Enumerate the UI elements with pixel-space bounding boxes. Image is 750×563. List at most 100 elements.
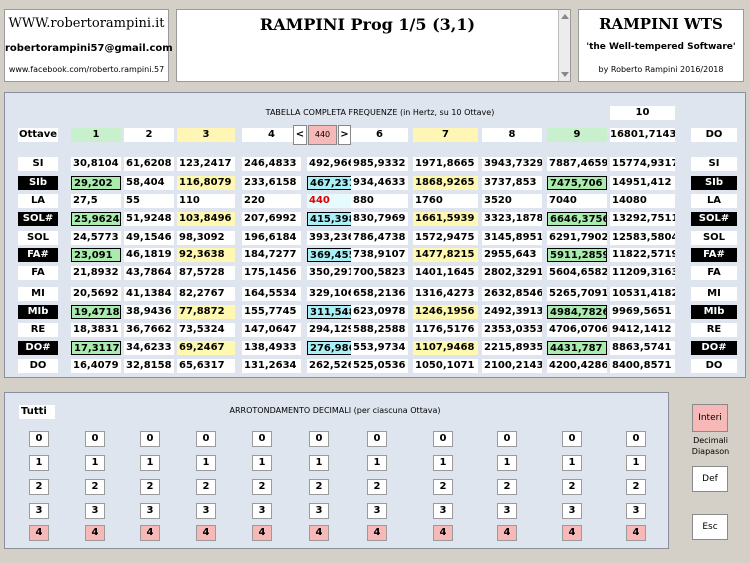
rounding-option-4-2[interactable]: 2 xyxy=(196,479,216,495)
rounding-option-7-1[interactable]: 1 xyxy=(367,455,387,471)
rounding-option-2-1[interactable]: 1 xyxy=(85,455,105,471)
frequency-cell: 5911,2859 xyxy=(547,248,607,262)
rounding-option-2-3[interactable]: 3 xyxy=(85,503,105,519)
rounding-option-1-4[interactable]: 4 xyxy=(29,525,49,541)
rounding-option-11-0[interactable]: 0 xyxy=(626,431,646,447)
rounding-option-8-1[interactable]: 1 xyxy=(433,455,453,471)
frequency-cell: 19,4718 xyxy=(71,305,121,319)
rounding-option-3-0[interactable]: 0 xyxy=(140,431,160,447)
frequency-cell: 2492,3913 xyxy=(482,305,542,319)
rounding-option-9-2[interactable]: 2 xyxy=(497,479,517,495)
rounding-option-6-2[interactable]: 2 xyxy=(309,479,329,495)
frequency-cell: 87,5728 xyxy=(177,266,235,280)
rounding-option-5-1[interactable]: 1 xyxy=(252,455,272,471)
frequency-cell: 1401,1645 xyxy=(413,266,478,280)
frequency-cell: 20,5692 xyxy=(71,287,121,301)
rounding-option-4-4[interactable]: 4 xyxy=(196,525,216,541)
scrollbar[interactable] xyxy=(558,10,570,81)
scroll-down-arrow-icon[interactable] xyxy=(561,72,569,77)
rounding-option-10-3[interactable]: 3 xyxy=(562,503,582,519)
credit: by Roberto Rampini 2016/2018 xyxy=(598,65,724,74)
rounding-option-8-2[interactable]: 2 xyxy=(433,479,453,495)
escape-button[interactable]: Esc xyxy=(692,514,728,540)
frequency-cell: 10531,4182 xyxy=(610,287,675,301)
frequency-cell: 41,1384 xyxy=(124,287,174,301)
rounding-option-3-1[interactable]: 1 xyxy=(140,455,160,471)
rounding-option-11-1[interactable]: 1 xyxy=(626,455,646,471)
rounding-option-11-3[interactable]: 3 xyxy=(626,503,646,519)
frequency-cell: 9412,1412 xyxy=(610,323,675,337)
rounding-option-2-2[interactable]: 2 xyxy=(85,479,105,495)
rounding-option-2-4[interactable]: 4 xyxy=(85,525,105,541)
rounding-option-4-3[interactable]: 3 xyxy=(196,503,216,519)
default-button[interactable]: Def xyxy=(692,466,728,492)
note-label-left: SI xyxy=(18,157,58,171)
rounding-option-5-0[interactable]: 0 xyxy=(252,431,272,447)
octave-header-2: 2 xyxy=(124,128,174,142)
octave-header-9: 9 xyxy=(547,128,607,142)
frequency-cell: 934,4633 xyxy=(351,176,408,190)
frequency-cell: 786,4738 xyxy=(351,231,408,245)
frequency-cell: 246,4833 xyxy=(242,157,301,171)
rounding-option-8-3[interactable]: 3 xyxy=(433,503,453,519)
note-label-right: SOL xyxy=(691,231,737,245)
frequency-cell: 2632,8546 xyxy=(482,287,542,301)
rounding-option-4-0[interactable]: 0 xyxy=(196,431,216,447)
octave-next-button[interactable]: > xyxy=(338,125,351,145)
octave-header-1: 1 xyxy=(71,128,121,142)
rounding-option-1-0[interactable]: 0 xyxy=(29,431,49,447)
rounding-option-1-2[interactable]: 2 xyxy=(29,479,49,495)
frequency-cell: 220 xyxy=(242,194,301,208)
rounding-option-8-0[interactable]: 0 xyxy=(433,431,453,447)
diapason-field[interactable]: 440 xyxy=(308,125,337,145)
integers-button[interactable]: Interi xyxy=(692,404,728,432)
rounding-option-5-2[interactable]: 2 xyxy=(252,479,272,495)
rounding-option-1-3[interactable]: 3 xyxy=(29,503,49,519)
rounding-option-5-4[interactable]: 4 xyxy=(252,525,272,541)
note-label-left: RE xyxy=(18,323,58,337)
all-label[interactable]: Tutti xyxy=(19,405,55,419)
frequency-cell: 4984,7826 xyxy=(547,305,607,319)
frequency-cell: 13292,7511 xyxy=(610,212,675,226)
rounding-option-3-2[interactable]: 2 xyxy=(140,479,160,495)
frequency-table-title: TABELLA COMPLETA FREQUENZE (in Hertz, su… xyxy=(265,108,495,117)
rounding-option-7-3[interactable]: 3 xyxy=(367,503,387,519)
rounding-option-9-0[interactable]: 0 xyxy=(497,431,517,447)
rounding-option-4-1[interactable]: 1 xyxy=(196,455,216,471)
rounding-option-2-0[interactable]: 0 xyxy=(85,431,105,447)
frequency-cell: 7040 xyxy=(547,194,607,208)
frequency-cell: 9969,5651 xyxy=(610,305,675,319)
note-label-left: DO xyxy=(18,359,58,373)
scroll-up-arrow-icon[interactable] xyxy=(561,14,569,19)
frequency-cell: 1572,9475 xyxy=(413,231,478,245)
rounding-option-10-0[interactable]: 0 xyxy=(562,431,582,447)
rounding-option-9-3[interactable]: 3 xyxy=(497,503,517,519)
rounding-option-5-3[interactable]: 3 xyxy=(252,503,272,519)
rounding-option-7-2[interactable]: 2 xyxy=(367,479,387,495)
rounding-option-9-1[interactable]: 1 xyxy=(497,455,517,471)
octave-count-field[interactable]: 10 xyxy=(610,106,675,120)
rounding-option-10-4[interactable]: 4 xyxy=(562,525,582,541)
frequency-cell: 98,3092 xyxy=(177,231,235,245)
rounding-option-7-0[interactable]: 0 xyxy=(367,431,387,447)
brand-name: RAMPINI WTS xyxy=(599,15,723,33)
rounding-option-6-4[interactable]: 4 xyxy=(309,525,329,541)
rounding-option-1-1[interactable]: 1 xyxy=(29,455,49,471)
rounding-option-3-4[interactable]: 4 xyxy=(140,525,160,541)
rounding-option-3-3[interactable]: 3 xyxy=(140,503,160,519)
rounding-option-10-1[interactable]: 1 xyxy=(562,455,582,471)
rounding-option-10-2[interactable]: 2 xyxy=(562,479,582,495)
rounding-option-6-3[interactable]: 3 xyxy=(309,503,329,519)
rounding-option-11-2[interactable]: 2 xyxy=(626,479,646,495)
frequency-cell: 184,7277 xyxy=(242,248,301,262)
rounding-option-7-4[interactable]: 4 xyxy=(367,525,387,541)
rounding-option-8-4[interactable]: 4 xyxy=(433,525,453,541)
rounding-option-11-4[interactable]: 4 xyxy=(626,525,646,541)
rounding-option-9-4[interactable]: 4 xyxy=(497,525,517,541)
frequency-cell: 138,4933 xyxy=(242,341,301,355)
rounding-option-6-1[interactable]: 1 xyxy=(309,455,329,471)
rounding-option-6-0[interactable]: 0 xyxy=(309,431,329,447)
octave-prev-button[interactable]: < xyxy=(293,125,307,145)
brand-panel: RAMPINI WTS 'the Well-tempered Software'… xyxy=(578,9,744,82)
frequency-cell: 4431,787 xyxy=(547,341,607,355)
